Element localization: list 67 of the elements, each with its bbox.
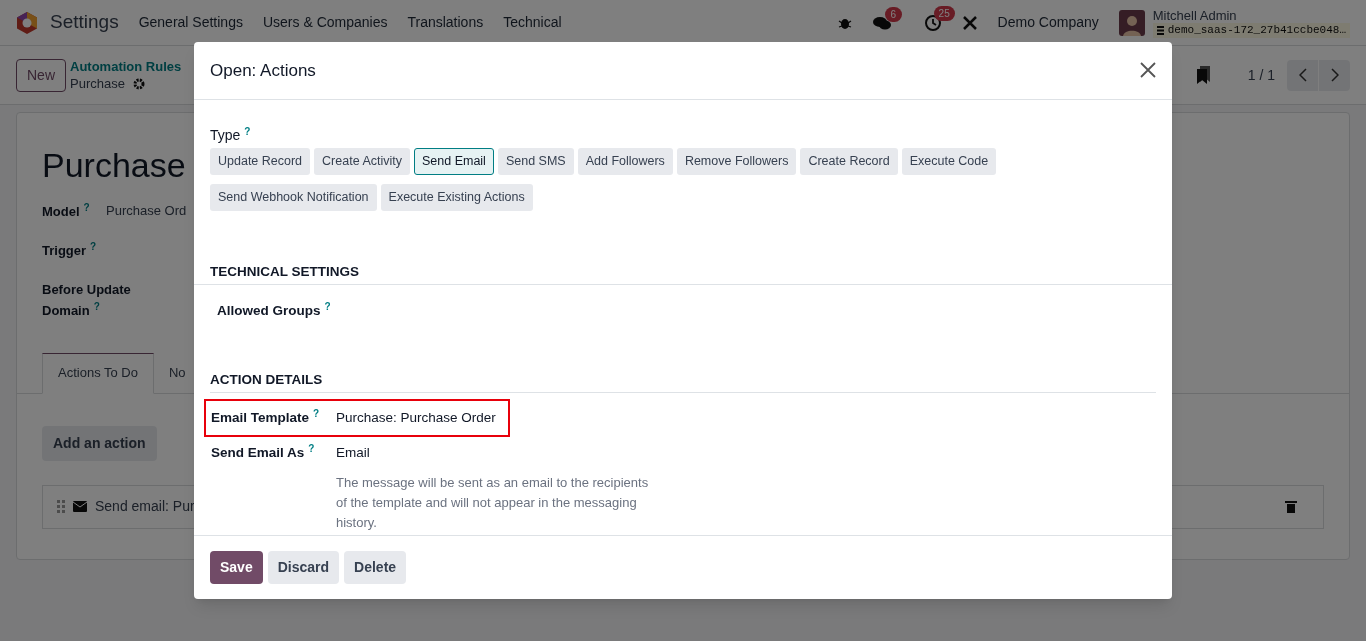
menu-link[interactable]: Users & Companies [262,12,388,33]
help-tooltip-mark[interactable]: ? [83,202,90,213]
type-option[interactable]: Send Email [413,147,494,175]
close-icon[interactable] [1140,62,1156,79]
notification-badge: 6 [884,6,903,22]
field-value: Purchase Ord [106,202,187,220]
field-value: Email [336,444,371,463]
database-name-text: demo_saas-172_27b41ccbe048… [1167,22,1346,38]
help-tooltip-mark[interactable]: ? [244,125,251,137]
add-action-button[interactable]: Add an action [42,425,157,461]
avatar-icon[interactable] [1118,9,1145,36]
gear-icon[interactable] [132,77,145,90]
company-name[interactable]: Demo Company [997,12,1099,33]
type-option[interactable]: Send Webhook Notification [210,183,377,211]
type-option[interactable]: Send SMS [497,147,574,175]
next-button[interactable] [1319,59,1350,91]
action-name: Send email: Pur [95,497,195,516]
section-heading: ACTION DETAILS [210,371,323,387]
help-tooltip-mark[interactable]: ? [313,408,320,420]
type-option[interactable]: Update Record [210,147,311,175]
type-option[interactable]: Execute Code [901,147,997,175]
help-text: The message will be sent as an email to the recipients of the template and will not appear in the messaging history. [336,473,650,532]
chevron-right-icon [1330,68,1339,82]
field-label: Before Update Domain $^{?}$ [42,281,132,320]
form-tab[interactable]: Actions To Do [42,353,154,394]
notification-badge: 25 [933,5,955,21]
menu-link[interactable]: Translations [407,12,484,33]
chevron-left-icon [1298,68,1307,82]
type-option[interactable]: Add Followers [577,147,673,175]
type-option[interactable]: Remove Followers [676,147,797,175]
database-icon [1156,25,1164,35]
type-option[interactable]: Create Record [800,147,898,175]
field-label: Allowed Groups $^{?}$ [217,300,332,320]
type-option[interactable]: Execute Existing Actions [380,183,533,211]
help-tooltip-mark[interactable]: ? [324,300,331,312]
field-value: Purchase: Purchase Order [336,409,497,428]
new-button[interactable]: New [16,58,66,92]
help-tooltip-mark[interactable]: ? [93,301,100,312]
chat-icon[interactable] [871,14,892,31]
app-name[interactable]: Settings [50,8,119,37]
bookmark-icon[interactable] [1195,66,1212,84]
record-title: Purchase [42,145,186,186]
record-name: Purchase [70,75,125,92]
form-tab[interactable]: No [153,353,187,393]
trash-icon[interactable] [1285,500,1297,513]
dialog-button[interactable]: Discard [267,550,340,584]
type-option[interactable]: Create Activity [314,147,410,175]
dialog-title: Open: Actions [210,59,316,82]
previous-button[interactable] [1287,59,1318,91]
pager-value[interactable]: 1 / 1 [1247,64,1275,86]
field-label: Email Template $^{?}$ [211,408,321,428]
field-label: Type $^{?}$ [210,126,251,143]
dialog-button[interactable]: Delete [344,550,407,584]
field-label: Trigger $^{?}$ [42,240,98,260]
drag-handle-icon[interactable] [57,500,65,513]
field-label: Model $^{?}$ [42,201,91,221]
app-logo-icon[interactable] [16,10,38,35]
field-label: Send Email As $^{?}$ [211,443,316,463]
help-tooltip-mark[interactable]: ? [308,443,315,455]
dialog-button[interactable]: Save [210,550,263,584]
envelope-icon [73,501,87,512]
help-tooltip-mark[interactable]: ? [90,241,97,252]
menu-link[interactable]: Technical [503,12,562,33]
breadcrumb-link[interactable]: Automation Rules [70,58,182,75]
section-heading: TECHNICAL SETTINGS [210,263,359,279]
menu-link[interactable]: General Settings [138,12,243,33]
user-name[interactable]: Mitchell Admin [1152,7,1350,23]
